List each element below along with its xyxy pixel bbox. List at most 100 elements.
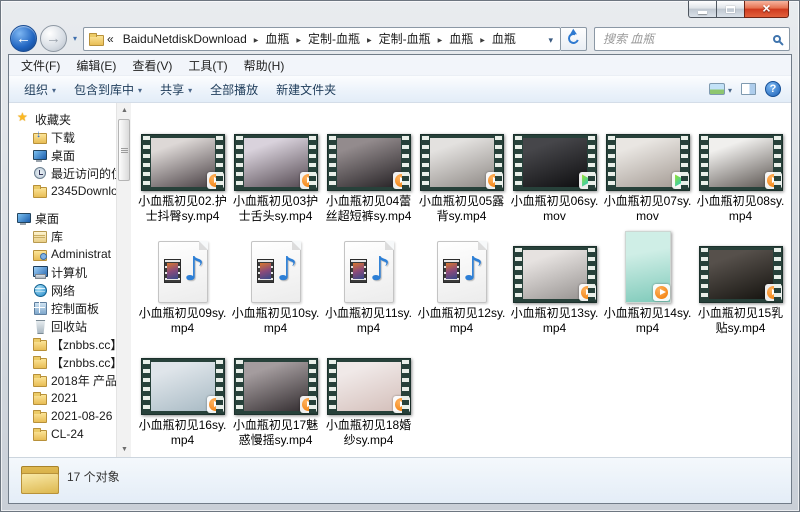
file-item[interactable]: 小血瓶初见05露背sy.mp4	[415, 117, 508, 224]
recent-pages-dropdown[interactable]	[70, 34, 80, 43]
play-overlay-icon	[393, 396, 410, 413]
scroll-down-icon[interactable]	[117, 442, 132, 457]
forward-button[interactable]	[40, 25, 67, 52]
address-dropdown-icon[interactable]	[545, 30, 556, 48]
folder-icon	[32, 184, 48, 198]
toolbar-button[interactable]: 组织	[15, 77, 65, 102]
file-item[interactable]: ♪小血瓶初见11sy.mp4	[322, 229, 415, 336]
file-name: 小血瓶初见05露背sy.mp4	[416, 194, 508, 224]
menubar-item[interactable]: 帮助(H)	[236, 55, 293, 76]
refresh-button[interactable]	[561, 27, 587, 51]
file-item[interactable]: 小血瓶初见02.护士抖臀sy.mp4	[136, 117, 229, 224]
breadcrumb-separator-icon	[293, 30, 304, 48]
sidebar-item[interactable]: 2018年 产品	[9, 371, 116, 389]
toolbar-button[interactable]: 全部播放	[201, 77, 267, 102]
file-item[interactable]: 小血瓶初见14sy.mp4	[601, 229, 694, 336]
file-item[interactable]: 小血瓶初见15乳贴sy.mp4	[694, 229, 787, 336]
preview-pane-button[interactable]	[741, 83, 756, 95]
breadcrumb-item[interactable]: BaiduNetdiskDownload	[119, 30, 251, 48]
breadcrumb-overflow-indicator[interactable]: «	[107, 32, 114, 46]
sidebar-scrollbar[interactable]	[116, 103, 131, 457]
folder-icon	[32, 373, 48, 387]
file-name: 小血瓶初见13sy.mp4	[509, 306, 601, 336]
video-thumbnail	[327, 358, 411, 415]
sidebar-item[interactable]: 桌面	[9, 209, 116, 227]
file-thumbnail-area	[606, 117, 690, 191]
sidebar-item[interactable]: 【znbbs.cc】	[9, 353, 116, 371]
title-bar[interactable]	[1, 1, 799, 23]
play-overlay-icon	[486, 172, 503, 189]
refresh-icon	[566, 31, 581, 46]
file-item[interactable]: ♪小血瓶初见10sy.mp4	[229, 229, 322, 336]
file-item[interactable]: 小血瓶初见03护士舌头sy.mp4	[229, 117, 322, 224]
sidebar-item[interactable]: 2345Downlo	[9, 182, 116, 200]
file-item[interactable]: 小血瓶初见16sy.mp4	[136, 341, 229, 448]
search-input[interactable]	[601, 31, 769, 47]
scrollbar-thumb[interactable]	[118, 119, 130, 181]
toolbar-button[interactable]: 新建文件夹	[267, 77, 345, 102]
sidebar-item[interactable]: 网络	[9, 281, 116, 299]
sidebar-item[interactable]: 2021	[9, 389, 116, 407]
menubar-item[interactable]: 工具(T)	[180, 55, 235, 76]
help-button[interactable]	[765, 81, 781, 97]
music-note-icon: ♪	[462, 252, 483, 285]
sidebar-item-label: CL-24	[51, 427, 84, 441]
sidebar-item[interactable]: 库	[9, 227, 116, 245]
file-item[interactable]: 小血瓶初见06sy.mov	[508, 117, 601, 224]
toolbar-button[interactable]: 共享	[151, 77, 201, 102]
file-name: 小血瓶初见15乳贴sy.mp4	[695, 306, 787, 336]
sidebar-item[interactable]: 桌面	[9, 146, 116, 164]
recycle-icon	[32, 319, 48, 333]
breadcrumb: BaiduNetdiskDownload血瓶定制-血瓶定制-血瓶血瓶血瓶	[119, 28, 546, 49]
breadcrumb-item[interactable]: 血瓶	[445, 28, 477, 49]
thumbnail-image	[523, 250, 587, 299]
back-button[interactable]	[10, 25, 37, 52]
play-overlay-icon	[579, 172, 596, 189]
file-item[interactable]: ♪小血瓶初见12sy.mp4	[415, 229, 508, 336]
breadcrumb-item[interactable]: 定制-血瓶	[375, 28, 435, 49]
breadcrumb-item[interactable]: 定制-血瓶	[304, 28, 364, 49]
sidebar-item[interactable]: 下载	[9, 128, 116, 146]
sidebar-item[interactable]: CL-24	[9, 425, 116, 443]
address-bar[interactable]: « BaiduNetdiskDownload血瓶定制-血瓶定制-血瓶血瓶血瓶	[83, 27, 561, 51]
file-item[interactable]: 小血瓶初见08sy.mp4	[694, 117, 787, 224]
maximize-icon	[726, 6, 735, 13]
breadcrumb-item[interactable]: 血瓶	[261, 28, 293, 49]
breadcrumb-separator-icon	[435, 30, 446, 48]
sidebar-item[interactable]: 最近访问的位	[9, 164, 116, 182]
breadcrumb-item[interactable]: 血瓶	[488, 28, 520, 49]
file-item[interactable]: 小血瓶初见13sy.mp4	[508, 229, 601, 336]
maximize-button[interactable]	[716, 1, 745, 18]
file-item[interactable]: 小血瓶初见04蕾丝超短裤sy.mp4	[322, 117, 415, 224]
scroll-up-icon[interactable]	[117, 103, 132, 118]
sidebar-item[interactable]: 收藏夹	[9, 110, 116, 128]
sidebar-item[interactable]: 计算机	[9, 263, 116, 281]
folder-large-icon	[21, 463, 59, 495]
file-list: 小血瓶初见02.护士抖臀sy.mp4小血瓶初见03护士舌头sy.mp4小血瓶初见…	[131, 103, 791, 457]
close-button[interactable]	[744, 1, 789, 18]
sidebar-item-label: 计算机	[51, 264, 87, 281]
file-item[interactable]: 小血瓶初见17魅惑慢摇sy.mp4	[229, 341, 322, 448]
file-item[interactable]: ♪小血瓶初见09sy.mp4	[136, 229, 229, 336]
sidebar-item[interactable]: 回收站	[9, 317, 116, 335]
menubar-item[interactable]: 查看(V)	[124, 55, 180, 76]
change-view-button[interactable]	[709, 80, 732, 98]
minimize-button[interactable]	[688, 1, 717, 18]
file-item[interactable]: 小血瓶初见18婚纱sy.mp4	[322, 341, 415, 448]
menubar-item[interactable]: 文件(F)	[13, 55, 68, 76]
file-name: 小血瓶初见11sy.mp4	[323, 306, 415, 336]
client-area: 文件(F)编辑(E)查看(V)工具(T)帮助(H) 组织包含到库中共享全部播放新…	[8, 54, 792, 504]
sidebar-item[interactable]: 【znbbs.cc】	[9, 335, 116, 353]
sidebar-item[interactable]: 控制面板	[9, 299, 116, 317]
toolbar-button[interactable]: 包含到库中	[65, 77, 151, 102]
sidebar-item[interactable]: Administrat	[9, 245, 116, 263]
breadcrumb-separator-icon	[251, 30, 262, 48]
thumbnail-image	[709, 250, 773, 299]
file-item[interactable]: 小血瓶初见07sy.mov	[601, 117, 694, 224]
sidebar-item[interactable]: 2021-08-26	[9, 407, 116, 425]
menubar-item[interactable]: 编辑(E)	[68, 55, 124, 76]
sidebar-item-label: 收藏夹	[35, 111, 71, 128]
thumbnail-image	[151, 362, 215, 411]
file-thumbnail-area	[420, 117, 504, 191]
minimize-icon	[698, 11, 707, 14]
